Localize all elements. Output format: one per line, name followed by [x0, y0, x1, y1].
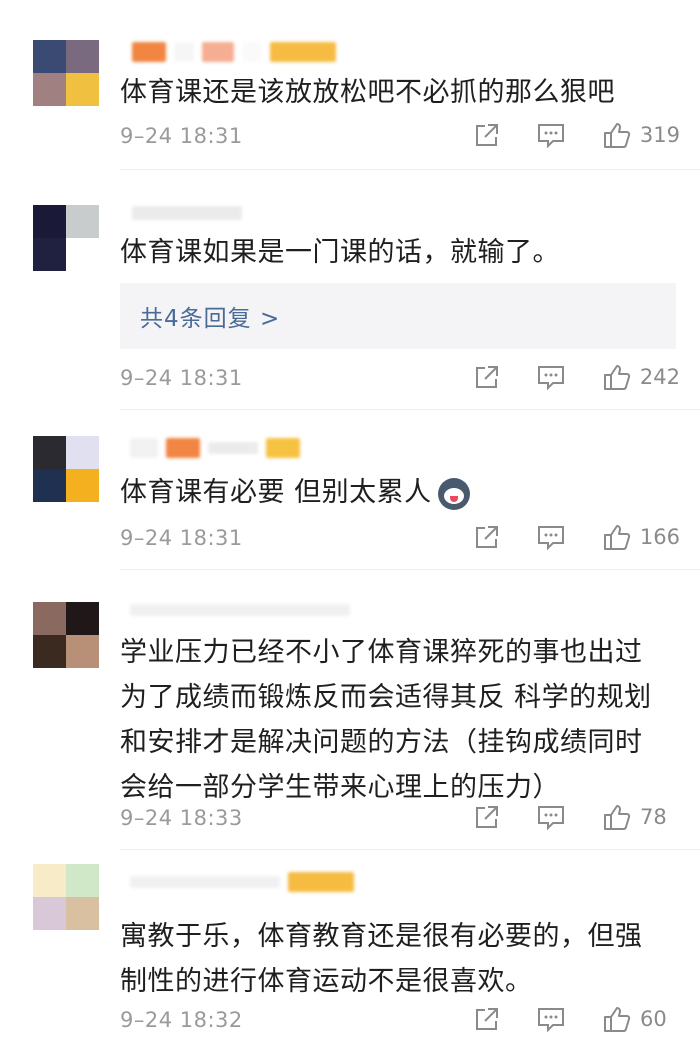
avatar-tile: [33, 73, 66, 106]
avatar-tile: [66, 40, 99, 73]
avatar[interactable]: [33, 864, 99, 930]
avatar-tile: [66, 205, 99, 238]
comment-meta: 9–24 18:32 60: [120, 1004, 680, 1040]
avatar-tile: [33, 436, 66, 469]
comment-time: 9–24 18:33: [120, 806, 243, 830]
share-icon[interactable]: [472, 802, 502, 832]
comment-actions: 60: [472, 1004, 680, 1034]
comment-item: 体育课还是该放放松吧不必抓的那么狠吧 9–24 18:31 319: [0, 0, 700, 170]
share-icon[interactable]: [472, 120, 502, 150]
avatar-tile: [66, 864, 99, 897]
comment-text-line: 学业压力已经不小了体育课猝死的事也出过: [120, 637, 643, 668]
comment-meta: 9–24 18:31 166: [120, 522, 680, 558]
avatar-tile: [66, 469, 99, 502]
comment-icon[interactable]: [536, 362, 566, 392]
username-obscured[interactable]: [132, 42, 336, 62]
comment-item: 体育课如果是一门课的话，就输了。 共4条回复 > 9–24 18:31 242: [0, 170, 700, 410]
avatar-tile: [33, 205, 66, 238]
like-count: 319: [639, 123, 680, 147]
username-obscured[interactable]: [132, 206, 242, 220]
comment-text: 寓教于乐，体育教育还是很有必要的，但强 制性的进行体育运动不是很喜欢。: [120, 914, 672, 1004]
comment-meta: 9–24 18:31 319: [120, 120, 680, 156]
comment-time: 9–24 18:31: [120, 526, 243, 550]
comment-icon[interactable]: [536, 120, 566, 150]
comment-text-line: 为了成绩而锻炼反而会适得其反 科学的规划: [120, 682, 652, 713]
avatar-tile: [66, 897, 99, 930]
thumbs-up-icon[interactable]: [602, 1004, 632, 1034]
avatar[interactable]: [33, 602, 99, 668]
avatar-tile: [66, 436, 99, 469]
comment-item: 寓教于乐，体育教育还是很有必要的，但强 制性的进行体育运动不是很喜欢。 9–24…: [0, 850, 700, 1063]
replies-label: 共4条回复 >: [140, 306, 281, 332]
avatar-tile: [33, 897, 66, 930]
comment-text-content: 体育课有必要 但别太累人: [120, 477, 432, 508]
like-count: 78: [640, 805, 667, 829]
comment-time: 9–24 18:31: [120, 366, 243, 390]
comment-text-line: 和安排才是解决问题的方法（挂钩成绩同时: [120, 727, 643, 758]
husky-dog-emoji-icon: [437, 477, 470, 510]
comment-item: 体育课有必要 但别太累人 9–24 18:31 166: [0, 410, 700, 570]
avatar-tile: [66, 635, 99, 668]
like-count: 166: [639, 525, 680, 549]
share-icon[interactable]: [472, 1004, 502, 1034]
comment-actions: 166: [472, 522, 680, 552]
comment-icon[interactable]: [536, 802, 566, 832]
thumbs-up-icon[interactable]: [602, 120, 632, 150]
comment-text-line: 制性的进行体育运动不是很喜欢。: [120, 966, 533, 997]
comment-text: 体育课有必要 但别太累人: [120, 470, 672, 515]
like-count: 60: [640, 1007, 667, 1031]
avatar[interactable]: [33, 40, 99, 106]
comment-text: 学业压力已经不小了体育课猝死的事也出过 为了成绩而锻炼反而会适得其反 科学的规划…: [120, 630, 672, 810]
comment-text-line: 寓教于乐，体育教育还是很有必要的，但强: [120, 921, 643, 952]
share-icon[interactable]: [472, 362, 502, 392]
avatar-tile: [66, 602, 99, 635]
comment-text: 体育课如果是一门课的话，就输了。: [120, 237, 560, 268]
comment-time: 9–24 18:32: [120, 1008, 243, 1032]
comment-icon[interactable]: [536, 522, 566, 552]
avatar[interactable]: [33, 205, 99, 271]
thumbs-up-icon[interactable]: [602, 522, 632, 552]
comment-time: 9–24 18:31: [120, 124, 243, 148]
username-obscured[interactable]: [130, 604, 350, 616]
avatar[interactable]: [33, 436, 99, 502]
username-obscured[interactable]: [130, 872, 354, 892]
avatar-tile: [33, 602, 66, 635]
share-icon[interactable]: [472, 522, 502, 552]
username-obscured[interactable]: [130, 438, 300, 458]
thumbs-up-icon[interactable]: [602, 802, 632, 832]
avatar-tile: [66, 238, 99, 271]
avatar-tile: [66, 73, 99, 106]
avatar-tile: [33, 469, 66, 502]
avatar-tile: [33, 864, 66, 897]
comment-item: 学业压力已经不小了体育课猝死的事也出过 为了成绩而锻炼反而会适得其反 科学的规划…: [0, 570, 700, 850]
like-count: 242: [639, 365, 680, 389]
avatar-tile: [33, 238, 66, 271]
comment-meta: 9–24 18:33 78: [120, 802, 680, 838]
comment-text: 体育课还是该放放松吧不必抓的那么狠吧: [120, 77, 615, 108]
comment-icon[interactable]: [536, 1004, 566, 1034]
comment-actions: 78: [472, 802, 680, 832]
avatar-tile: [33, 635, 66, 668]
avatar-tile: [33, 40, 66, 73]
thumbs-up-icon[interactable]: [602, 362, 632, 392]
view-replies-button[interactable]: 共4条回复 >: [120, 283, 676, 349]
comment-actions: 319: [472, 120, 680, 150]
comment-actions: 242: [472, 362, 680, 392]
comment-meta: 9–24 18:31 242: [120, 362, 680, 398]
